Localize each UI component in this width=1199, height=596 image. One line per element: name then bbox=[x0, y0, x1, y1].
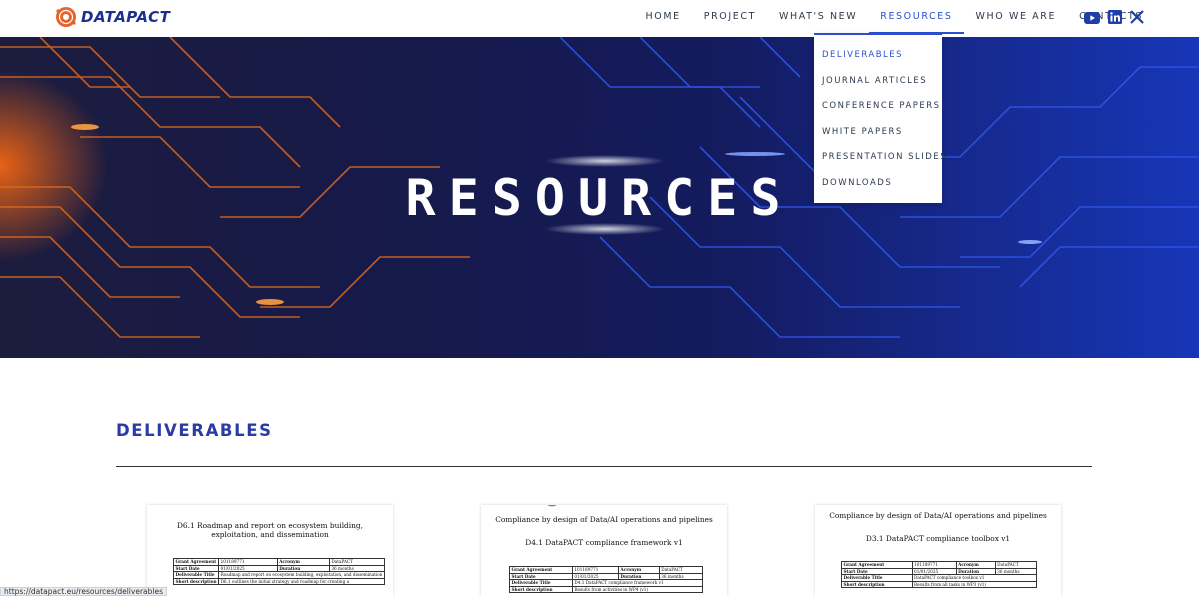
table-cell: Results from all tasks in WP3 (v1) bbox=[911, 580, 1038, 589]
logo-fragment-icon bbox=[547, 505, 557, 507]
table-cell: DataPACT bbox=[994, 561, 1038, 569]
doc-info-table: Grant Agreement 101189771 Acronym DataPACT … bbox=[509, 566, 704, 594]
section-heading: DELIVERABLES bbox=[116, 421, 273, 440]
table-cell: 01/01/2025 bbox=[218, 564, 278, 573]
table-cell: Duration bbox=[955, 567, 996, 576]
doc-title-line: D3.1 DataPACT compliance toolbox v1 bbox=[865, 534, 1011, 543]
social-links bbox=[1084, 9, 1144, 28]
table-cell: DataPACT compliance toolbox v1 bbox=[911, 574, 1038, 582]
nav-resources[interactable]: RESOURCES bbox=[868, 0, 965, 34]
nav-who-we-are[interactable]: WHO WE ARE bbox=[964, 0, 1068, 33]
deliverable-card[interactable]: D6.1 Roadmap and report on ecosystem bui… bbox=[147, 505, 393, 596]
menu-item-journal-articles[interactable]: JOURNAL ARTICLES bbox=[814, 73, 942, 99]
table-cell: 36 months bbox=[658, 572, 704, 581]
hero-banner: RESOURCES bbox=[0, 37, 1199, 358]
table-cell: Deliverable Title bbox=[172, 571, 220, 579]
logo[interactable]: DATAPACT bbox=[54, 5, 170, 29]
brand-name: DATAPACT bbox=[81, 8, 171, 26]
table-cell: 01/01/2025 bbox=[571, 572, 619, 581]
table-cell: Start Date bbox=[841, 567, 913, 576]
table-cell: D6.1 outlines the initial strategy and r… bbox=[218, 577, 385, 586]
doc-title-line: exploitation, and dissemination bbox=[211, 530, 329, 539]
table-cell: 01/01/2025 bbox=[911, 567, 957, 576]
table-cell: 101189771 bbox=[911, 561, 957, 569]
header: DATAPACT HOME PROJECT WHAT'S NEW RESOURC… bbox=[0, 0, 1199, 37]
table-cell: 101189771 bbox=[218, 558, 278, 566]
table-cell: Short description bbox=[172, 577, 220, 586]
table-cell: Grant Agreement bbox=[172, 558, 220, 566]
table-cell: DataPACT bbox=[328, 558, 385, 566]
table-cell: Short description bbox=[841, 580, 913, 589]
status-bar-url: https://datapact.eu/resources/deliverabl… bbox=[0, 587, 167, 596]
table-cell: Short description bbox=[509, 585, 573, 594]
table-cell: Grant Agreement bbox=[509, 566, 573, 574]
deliverable-card[interactable]: Compliance by design of Data/AI operatio… bbox=[815, 505, 1061, 596]
doc-title-line: Compliance by design of Data/AI operatio… bbox=[829, 511, 1047, 520]
menu-item-downloads[interactable]: DOWNLOADS bbox=[814, 175, 942, 201]
table-cell: 101189771 bbox=[571, 566, 619, 574]
table-cell: 36 months bbox=[328, 564, 385, 573]
table-cell: D4.1 DataPACT compliance framework v1 bbox=[571, 579, 704, 587]
menu-item-presentation-slides[interactable]: PRESENTATION SLIDES bbox=[814, 149, 946, 175]
nav-project[interactable]: PROJECT bbox=[692, 0, 767, 33]
menu-item-deliverables[interactable]: DELIVERABLES bbox=[814, 47, 942, 73]
table-cell: Acronym bbox=[276, 558, 330, 566]
youtube-icon[interactable] bbox=[1084, 9, 1100, 28]
table-cell: Roadmap and report on ecosystem building… bbox=[218, 571, 385, 579]
x-icon[interactable] bbox=[1130, 9, 1144, 28]
table-cell: Duration bbox=[276, 564, 330, 573]
doc-info-table: Grant Agreement 101189771 Acronym DataPACT … bbox=[841, 561, 1038, 589]
nav-home[interactable]: HOME bbox=[634, 0, 692, 33]
doc-title-line: D4.1 DataPACT compliance framework v1 bbox=[525, 538, 683, 547]
doc-title-line: D6.1 Roadmap and report on ecosystem bui… bbox=[177, 521, 363, 530]
main-nav: HOME PROJECT WHAT'S NEW RESOURCES WHO WE… bbox=[634, 0, 1154, 34]
table-cell: Start Date bbox=[172, 564, 220, 573]
table-cell: 36 months bbox=[994, 567, 1038, 576]
table-cell: Deliverable Title bbox=[509, 579, 573, 587]
deliverable-card[interactable]: Compliance by design of Data/AI operatio… bbox=[481, 505, 727, 596]
resources-dropdown-menu: DELIVERABLES JOURNAL ARTICLES CONFERENCE… bbox=[814, 33, 946, 203]
doc-info-table: Grant Agreement 101189771 Acronym DataPACT … bbox=[172, 558, 385, 586]
menu-item-conference-papers[interactable]: CONFERENCE PAPERS bbox=[814, 98, 942, 124]
nav-whats-new[interactable]: WHAT'S NEW bbox=[767, 0, 868, 33]
brain-logo-icon bbox=[56, 7, 76, 27]
table-cell: Acronym bbox=[955, 561, 996, 569]
linkedin-icon[interactable] bbox=[1108, 9, 1122, 28]
table-cell: DataPACT bbox=[658, 566, 704, 574]
page-title: RESOURCES bbox=[405, 169, 794, 227]
section-divider bbox=[116, 466, 1092, 467]
table-cell: Deliverable Title bbox=[841, 574, 913, 582]
table-cell: Results from activities in WP4 (v1) bbox=[571, 585, 704, 594]
table-cell: Grant Agreement bbox=[841, 561, 913, 569]
table-cell: Start Date bbox=[509, 572, 573, 581]
menu-item-white-papers[interactable]: WHITE PAPERS bbox=[814, 124, 942, 150]
doc-title-line: Compliance by design of Data/AI operatio… bbox=[495, 515, 713, 524]
table-cell: Acronym bbox=[617, 566, 660, 574]
table-cell: Duration bbox=[617, 572, 660, 581]
